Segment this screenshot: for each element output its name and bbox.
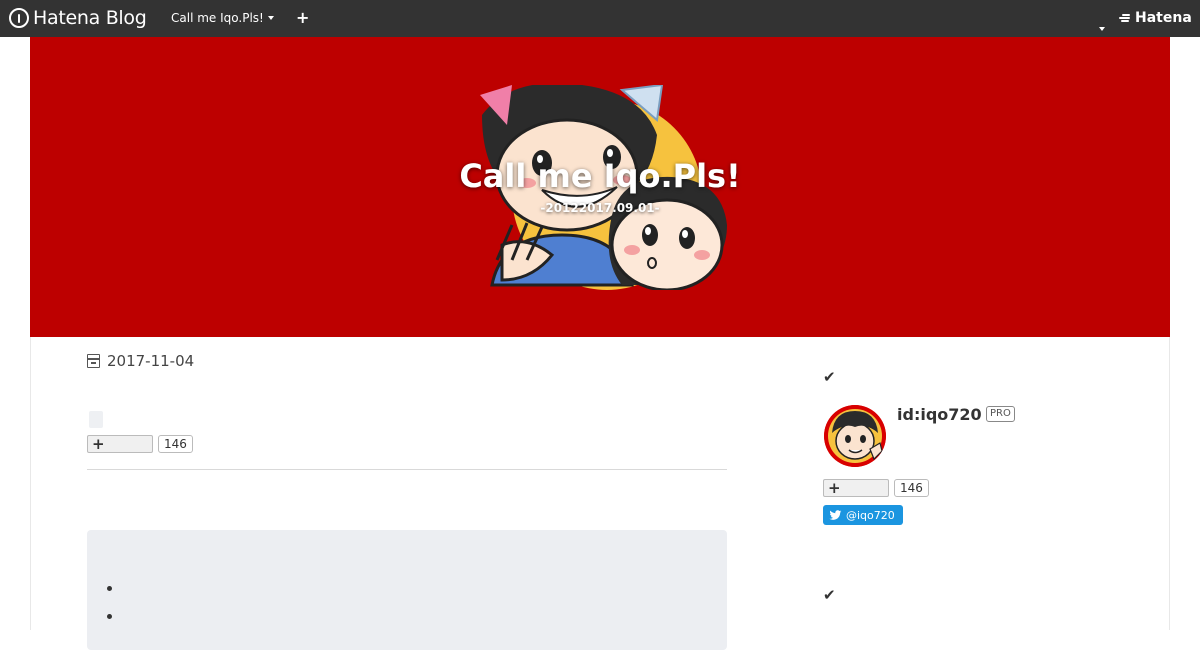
twitter-bird-icon: [829, 509, 842, 520]
subscriber-count[interactable]: 146: [894, 479, 929, 497]
plus-icon: +: [828, 479, 841, 497]
entry-category-tag[interactable]: [89, 411, 103, 428]
avatar[interactable]: [824, 405, 886, 467]
blog-menu-label: Call me Iqo.Pls!: [171, 11, 264, 25]
plus-icon: +: [92, 435, 105, 453]
logo-text: Hatena Blog: [33, 7, 147, 29]
chevron-down-icon: [1099, 27, 1105, 31]
add-bookmark-button[interactable]: +: [87, 435, 153, 453]
subscribe-button[interactable]: +: [823, 479, 889, 497]
hatena-blog-logo[interactable]: Hatena Blog: [9, 6, 147, 30]
twitter-handle: @iqo720: [846, 508, 895, 522]
pro-badge: PRO: [986, 406, 1015, 422]
hatena-brand-link[interactable]: Hatena: [1118, 10, 1192, 26]
bookmark-count[interactable]: 146: [158, 435, 193, 453]
entry-date-text: 2017-11-04: [107, 352, 195, 370]
user-menu-dropdown[interactable]: [1095, 16, 1105, 35]
blog-title[interactable]: Call me Iqo.Pls!: [30, 157, 1170, 195]
blog-description: -20122017.09.01-: [540, 201, 660, 215]
toc-list-item[interactable]: [107, 614, 112, 619]
entry-divider: [87, 469, 727, 470]
blog-header: Call me Iqo.Pls! -20122017.09.01-: [30, 37, 1170, 337]
check-icon: ✔: [823, 368, 836, 386]
user-id[interactable]: id:iqo720: [897, 405, 982, 424]
table-of-contents: [87, 530, 727, 650]
entry-date[interactable]: 2017-11-04: [87, 352, 194, 370]
add-entry-button[interactable]: +: [296, 8, 309, 28]
brand-label: Hatena: [1135, 10, 1192, 26]
blog-menu-dropdown[interactable]: Call me Iqo.Pls!: [171, 11, 274, 25]
chevron-down-icon: [267, 16, 274, 20]
top-navbar: Hatena Blog Call me Iqo.Pls! + Hatena: [0, 0, 1200, 37]
calendar-icon: [87, 354, 100, 368]
twitter-follow-button[interactable]: @iqo720: [823, 505, 903, 525]
toc-list-item[interactable]: [107, 586, 112, 591]
check-icon: ✔: [823, 586, 836, 604]
hatena-logo-icon: [9, 8, 29, 28]
hatena-brand-icon: [1118, 13, 1132, 23]
